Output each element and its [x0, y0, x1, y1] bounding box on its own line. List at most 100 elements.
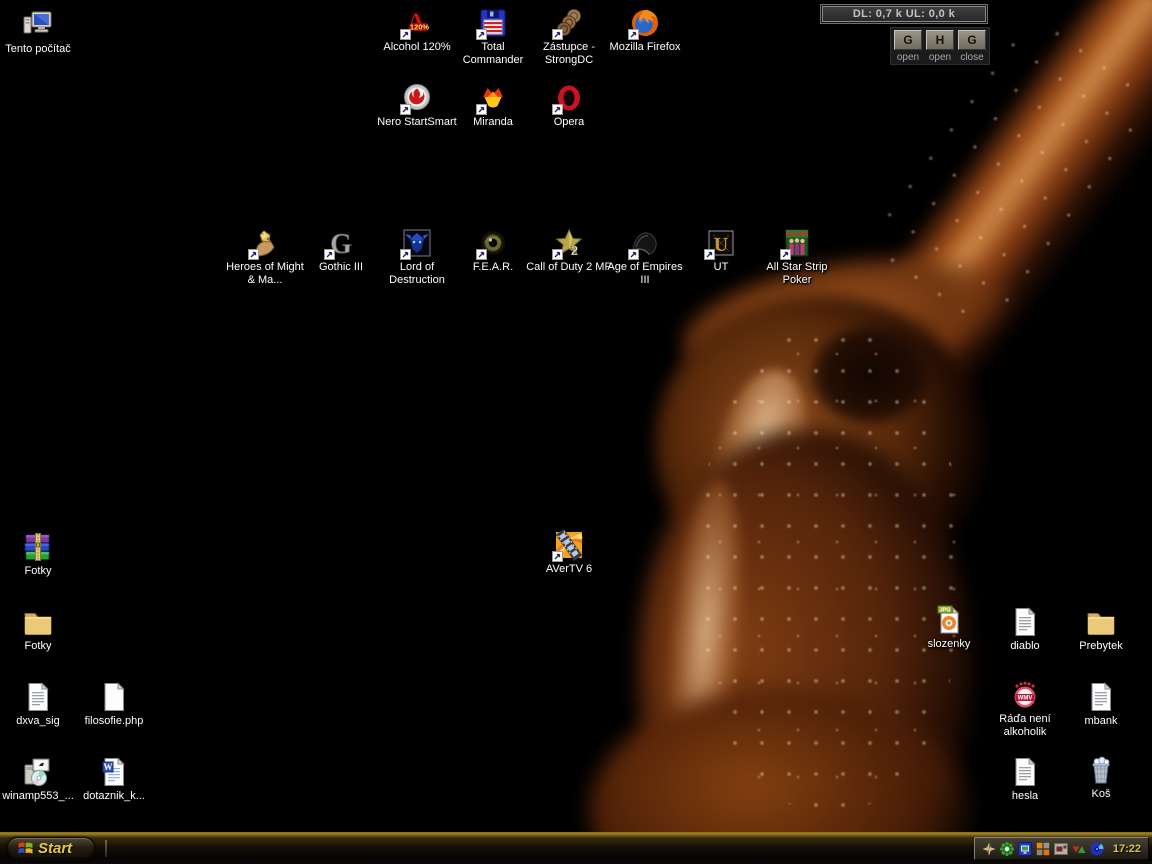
tray-squares-icon[interactable]: [1036, 842, 1050, 856]
desktop-icon-alcohol-120[interactable]: A120%Alcohol 120%: [374, 6, 460, 54]
desktop-icon-label: Fotky: [0, 640, 81, 653]
shortcut-arrow-icon: [400, 249, 411, 260]
desktop-icon-kos[interactable]: Koš: [1058, 753, 1144, 801]
svg-text:W: W: [104, 762, 113, 772]
desktop-icon-miranda[interactable]: Miranda: [450, 81, 536, 129]
ut-icon: U: [704, 226, 738, 260]
desktop-icon-lord-of-destruction[interactable]: Lord of Destruction: [374, 226, 460, 287]
desktop-icon-dxva-sig[interactable]: dxva_sig: [0, 680, 81, 728]
folder-icon: [1084, 605, 1118, 639]
gothic3-icon: G: [324, 226, 358, 260]
desktop-icon-filosofie-php[interactable]: filosofie.php: [71, 680, 157, 728]
total-commander-icon: [476, 6, 510, 40]
blank-page-icon: [97, 680, 131, 714]
desktop-icon-label: mbank: [1058, 715, 1144, 728]
taskbar-clock[interactable]: 17:22: [1113, 843, 1141, 855]
desktop-icon-nero-startsmart[interactable]: Nero StartSmart: [374, 81, 460, 129]
bandwidth-widget: DL: 0,7 k UL: 0,0 k G open H open G clos…: [820, 4, 990, 65]
folder-icon: [21, 605, 55, 639]
desktop: Tento počítač A120%Alcohol 120%Total Comm…: [0, 0, 1152, 864]
desktop-icon-label: Total Commander: [450, 41, 536, 67]
widget-button-label: close: [957, 52, 987, 63]
desktop-icon-rada-neni-alkoholik[interactable]: WMVRáďa není alkoholik: [982, 678, 1068, 739]
tray-disc-icon[interactable]: [1090, 842, 1104, 856]
aoe3-icon: [628, 226, 662, 260]
desktop-icon-label: Fotky: [0, 565, 81, 578]
shortcut-arrow-icon: [476, 29, 487, 40]
poker-icon: POKER: [780, 226, 814, 260]
desktop-icon-call-of-duty-2-mp[interactable]: 2 Call of Duty 2 MP: [526, 226, 612, 274]
desktop-icon-mozilla-firefox[interactable]: Mozilla Firefox: [602, 6, 688, 54]
svg-text:2: 2: [571, 243, 578, 258]
desktop-icon-label: winamp553_...: [0, 790, 81, 803]
tray-network-icon[interactable]: [1018, 842, 1032, 856]
wmv-file-icon: WMV: [1008, 678, 1042, 712]
desktop-icon-age-of-empires-iii[interactable]: Age of Empires III: [602, 226, 688, 287]
shortcut-arrow-icon: [400, 104, 411, 115]
shortcut-arrow-icon: [400, 29, 411, 40]
opera-icon: [552, 81, 586, 115]
shortcut-arrow-icon: [476, 104, 487, 115]
tray-star-icon[interactable]: [982, 842, 996, 856]
widget-button-h-open[interactable]: H: [926, 30, 954, 50]
desktop-icon-mbank[interactable]: mbank: [1058, 680, 1144, 728]
desktop-icon-label: Lord of Destruction: [374, 261, 460, 287]
shortcut-arrow-icon: [476, 249, 487, 260]
tray-tv-icon[interactable]: [1072, 842, 1086, 856]
desktop-icon-label: Koš: [1058, 788, 1144, 801]
widget-button-panel: G open H open G close: [890, 27, 990, 65]
strongdc-icon: [552, 6, 586, 40]
desktop-icon-heroes-of-might-ma[interactable]: Heroes of Might & Ma...: [222, 226, 308, 287]
desktop-icon-label: dxva_sig: [0, 715, 81, 728]
tray-icq-icon[interactable]: [1000, 842, 1014, 856]
taskbar-divider: [105, 840, 107, 857]
desktop-icon-tento-pocitac[interactable]: Tento počítač: [0, 8, 81, 56]
desktop-icon-all-star-strip-poker[interactable]: POKERAll Star Strip Poker: [754, 226, 840, 287]
desktop-icon-gothic-iii[interactable]: GGothic III: [298, 226, 384, 274]
desktop-icon-ut[interactable]: UUT: [678, 226, 764, 274]
widget-button-g-open[interactable]: G: [894, 30, 922, 50]
tray-card-icon[interactable]: [1054, 842, 1068, 856]
svg-text:POKER: POKER: [785, 231, 808, 238]
alcohol-icon: A120%: [400, 6, 434, 40]
desktop-icon-opera[interactable]: Opera: [526, 81, 612, 129]
desktop-icon-label: Zástupce - StrongDC: [526, 41, 612, 67]
system-tray: 17:22: [974, 837, 1149, 860]
desktop-icon-label: AVerTV 6: [526, 563, 612, 576]
widget-button-g-close[interactable]: G: [958, 30, 986, 50]
desktop-icon-diablo[interactable]: diablo: [982, 605, 1068, 653]
desktop-icon-slozenky[interactable]: JPGslozenky: [906, 603, 992, 651]
shortcut-arrow-icon: [248, 249, 259, 260]
desktop-icon-hesla[interactable]: hesla: [982, 755, 1068, 803]
desktop-icon-zastupce-strongdc[interactable]: Zástupce - StrongDC: [526, 6, 612, 67]
desktop-icon-label: Tento počítač: [0, 43, 81, 56]
desktop-icon-label: Age of Empires III: [602, 261, 688, 287]
desktop-icon-prebytek[interactable]: Prebytek: [1058, 605, 1144, 653]
taskbar: Start 17:22: [0, 832, 1152, 864]
desktop-icon-fotky[interactable]: Fotky: [0, 605, 81, 653]
shortcut-arrow-icon: [704, 249, 715, 260]
nero-icon: [400, 81, 434, 115]
recycle-bin-full-icon: [1084, 753, 1118, 787]
desktop-icon-f-e-a-r[interactable]: F.E.A.R.: [450, 226, 536, 274]
shortcut-arrow-icon: [324, 249, 335, 260]
shortcut-arrow-icon: [628, 249, 639, 260]
text-doc-icon: [1008, 605, 1042, 639]
desktop-icon-fotky[interactable]: Fotky: [0, 530, 81, 578]
start-button[interactable]: Start: [7, 837, 95, 860]
desktop-icon-label: Call of Duty 2 MP: [526, 261, 612, 274]
text-doc-icon: [1008, 755, 1042, 789]
desktop-icon-label: UT: [678, 261, 764, 274]
desktop-icon-avertv-6[interactable]: AVerTV 6: [526, 528, 612, 576]
desktop-icon-label: Miranda: [450, 116, 536, 129]
text-doc-icon: [1084, 680, 1118, 714]
miranda-icon: [476, 81, 510, 115]
desktop-icon-label: Gothic III: [298, 261, 384, 274]
widget-button-label: open: [925, 52, 955, 63]
desktop-icon-dotaznik-k[interactable]: Wdotaznik_k...: [71, 755, 157, 803]
jpg-image-icon: JPG: [932, 603, 966, 637]
desktop-icon-total-commander[interactable]: Total Commander: [450, 6, 536, 67]
bandwidth-stats-bar: DL: 0,7 k UL: 0,0 k: [820, 4, 988, 24]
desktop-icon-winamp553[interactable]: winamp553_...: [0, 755, 81, 803]
desktop-icon-label: Prebytek: [1058, 640, 1144, 653]
